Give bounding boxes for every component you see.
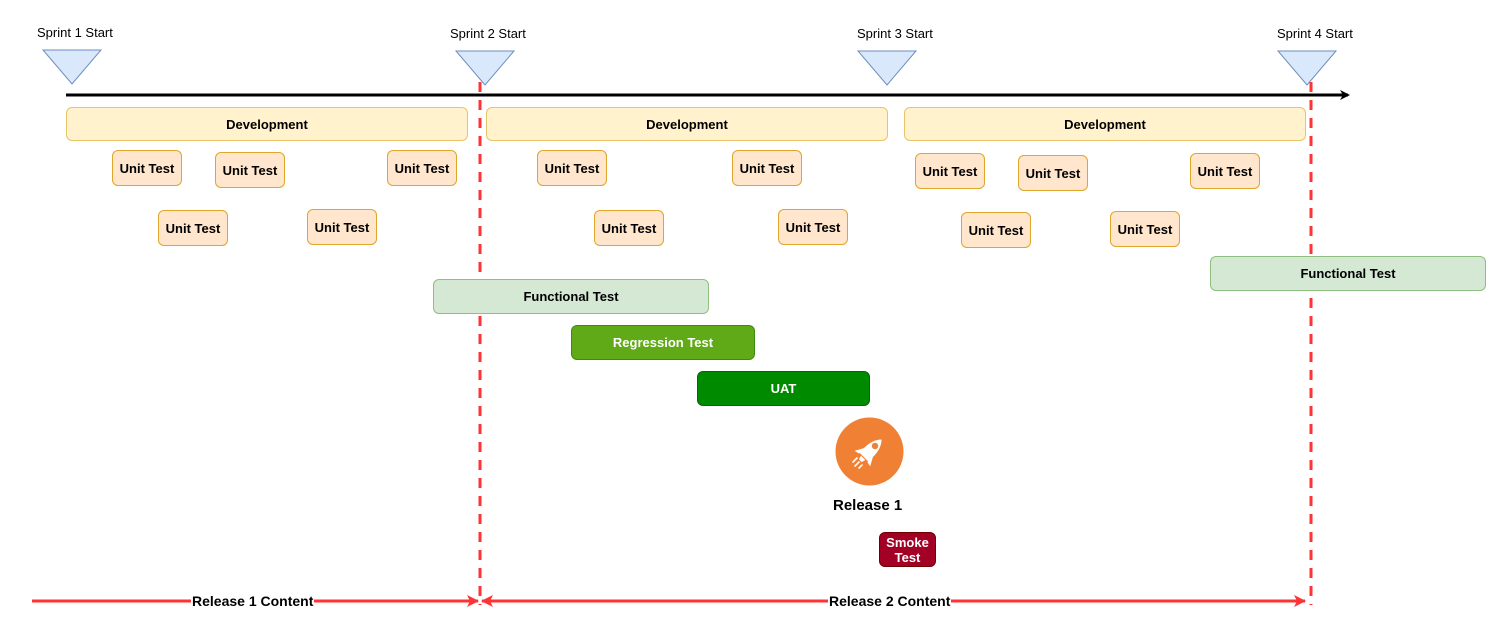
- development-bar-sprint-2[interactable]: Development: [486, 107, 888, 141]
- smoke-test-box[interactable]: Smoke Test: [879, 532, 936, 567]
- sprint-1-marker: [41, 49, 103, 85]
- release-1-label: Release 1: [833, 497, 903, 514]
- regression-test-bar[interactable]: Regression Test: [571, 325, 755, 360]
- connector-layer: [32, 49, 1350, 607]
- unit-test-box[interactable]: Unit Test: [594, 210, 664, 246]
- sprint-3-marker: [856, 50, 918, 86]
- sprint-2-label: Sprint 2 Start: [450, 26, 526, 41]
- unit-test-box[interactable]: Unit Test: [1018, 155, 1088, 191]
- uat-bar[interactable]: UAT: [697, 371, 870, 406]
- functional-test-bar-release-1[interactable]: Functional Test: [433, 279, 709, 314]
- sprint-3-label: Sprint 3 Start: [857, 26, 933, 41]
- sprint-2-marker: [454, 50, 516, 86]
- unit-test-box[interactable]: Unit Test: [387, 150, 457, 186]
- development-bar-sprint-1[interactable]: Development: [66, 107, 468, 141]
- release-1-milestone[interactable]: [835, 417, 904, 486]
- sprint-4-label: Sprint 4 Start: [1277, 26, 1353, 41]
- unit-test-box[interactable]: Unit Test: [537, 150, 607, 186]
- unit-test-box[interactable]: Unit Test: [215, 152, 285, 188]
- unit-test-box[interactable]: Unit Test: [961, 212, 1031, 248]
- functional-test-bar-release-2[interactable]: Functional Test: [1210, 256, 1486, 291]
- rocket-icon: [835, 417, 904, 486]
- unit-test-box[interactable]: Unit Test: [732, 150, 802, 186]
- unit-test-box[interactable]: Unit Test: [112, 150, 182, 186]
- release-2-content-label: Release 2 Content: [828, 593, 952, 609]
- sprint-4-marker: [1276, 50, 1338, 86]
- development-bar-sprint-3[interactable]: Development: [904, 107, 1306, 141]
- unit-test-box[interactable]: Unit Test: [778, 209, 848, 245]
- sprint-1-label: Sprint 1 Start: [37, 25, 113, 40]
- unit-test-box[interactable]: Unit Test: [915, 153, 985, 189]
- release-1-content-label: Release 1 Content: [191, 593, 315, 609]
- unit-test-box[interactable]: Unit Test: [1190, 153, 1260, 189]
- unit-test-box[interactable]: Unit Test: [307, 209, 377, 245]
- unit-test-box[interactable]: Unit Test: [158, 210, 228, 246]
- unit-test-box[interactable]: Unit Test: [1110, 211, 1180, 247]
